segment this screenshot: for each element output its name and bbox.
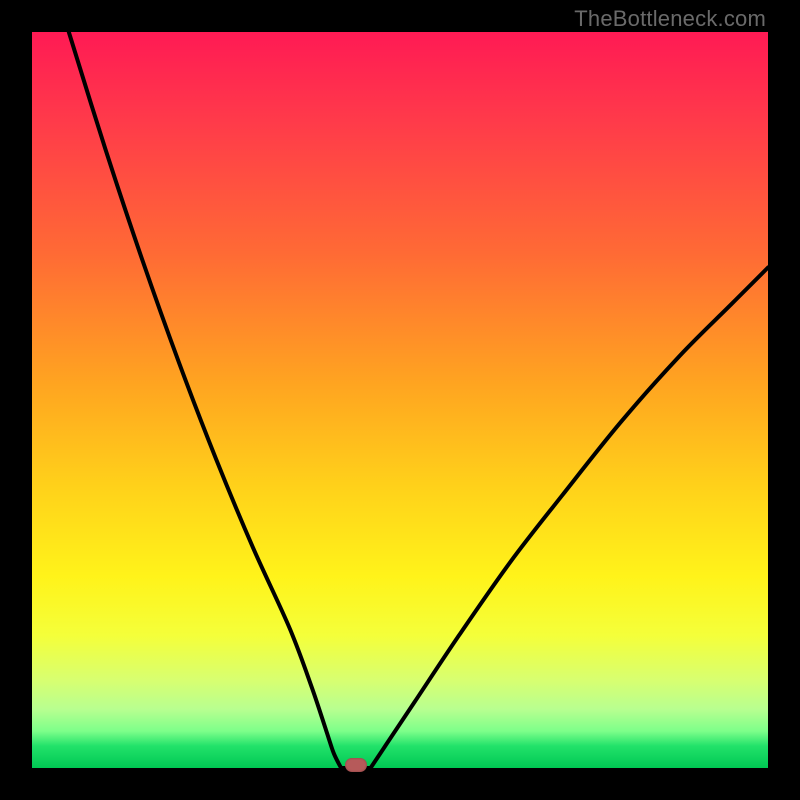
chart-frame: TheBottleneck.com [0, 0, 800, 800]
plot-area [32, 32, 768, 768]
curve-path [69, 32, 768, 770]
watermark-text: TheBottleneck.com [574, 6, 766, 32]
min-marker [345, 758, 367, 772]
bottleneck-curve [32, 32, 768, 768]
